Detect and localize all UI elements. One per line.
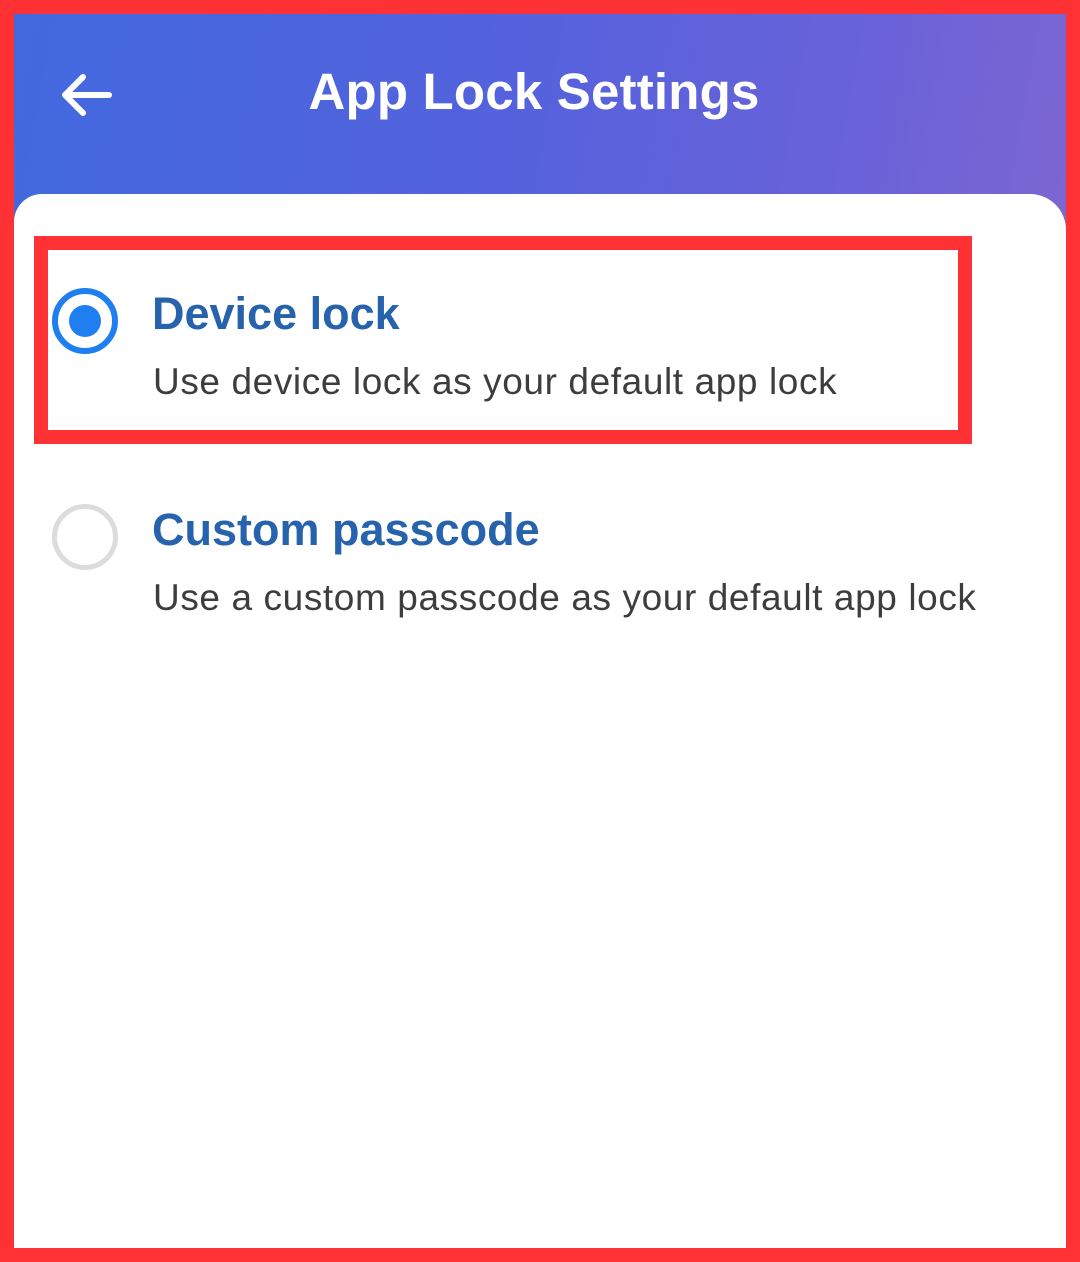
highlight-box: [34, 236, 972, 444]
radio-button-unselected[interactable]: [52, 504, 118, 570]
screen-frame: App Lock Settings Device lock Use device…: [0, 0, 1080, 1262]
page-title: App Lock Settings: [308, 63, 760, 120]
option-custom-passcode[interactable]: Custom passcode Use a custom passcode as…: [14, 476, 1066, 656]
option-description: Use a custom passcode as your default ap…: [153, 577, 977, 618]
option-title: Custom passcode: [152, 504, 540, 555]
